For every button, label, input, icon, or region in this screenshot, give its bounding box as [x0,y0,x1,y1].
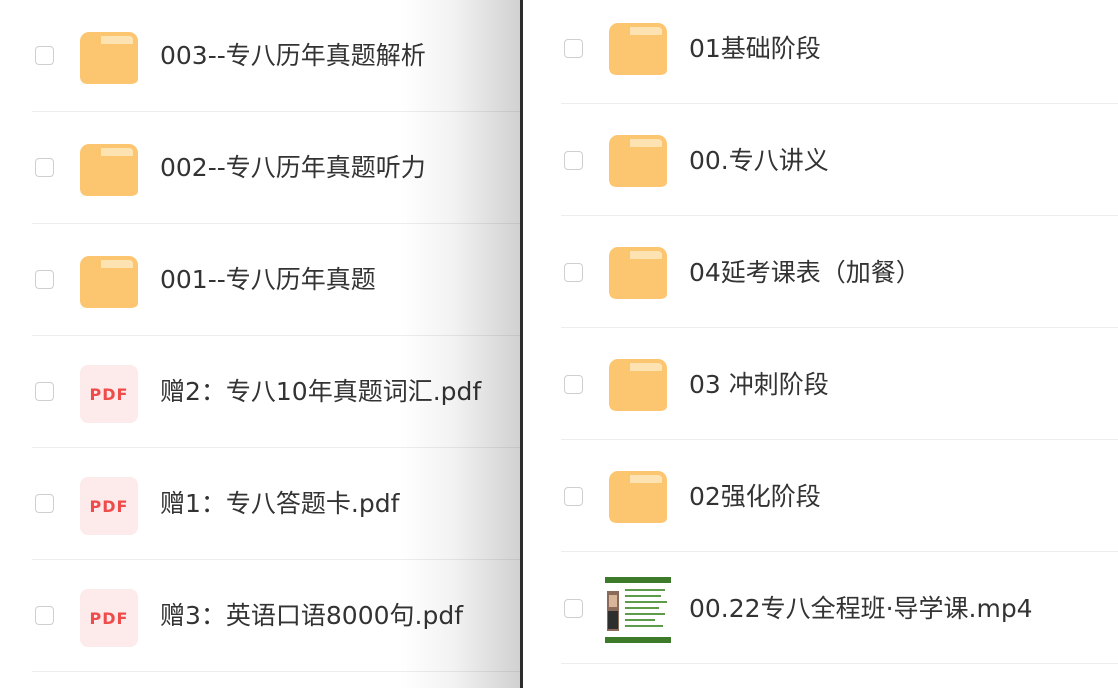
file-name[interactable]: 00.22专八全程班·导学课.mp4 [689,594,1033,624]
row-divider [561,663,1118,664]
row-checkbox[interactable] [35,158,54,177]
row-checkbox[interactable] [564,487,583,506]
pdf-label: PDF [89,608,129,628]
row-checkbox[interactable] [564,151,583,170]
pdf-file-icon: PDF [80,365,138,423]
folder-icon [609,20,667,78]
file-name[interactable]: 赠2：专八10年真题词汇.pdf [160,377,481,407]
file-name[interactable]: 003--专八历年真题解析 [160,41,426,71]
row-checkbox[interactable] [35,382,54,401]
file-row-left-4[interactable]: PDF 赠2：专八10年真题词汇.pdf [32,336,522,448]
file-row-right-2[interactable]: 00.专八讲义 [561,104,1118,216]
pdf-file-icon: PDF [80,477,138,535]
file-name[interactable]: 00.专八讲义 [689,146,829,176]
pdf-label: PDF [89,496,129,516]
row-checkbox[interactable] [564,263,583,282]
file-row-right-5[interactable]: 02强化阶段 [561,440,1118,552]
file-row-left-6[interactable]: PDF 赠3：英语口语8000句.pdf [32,560,522,672]
file-name[interactable]: 04延考课表（加餐） [689,258,921,288]
folder-icon [80,253,138,311]
folder-icon [609,468,667,526]
file-row-right-4[interactable]: 03 冲刺阶段 [561,328,1118,440]
pdf-file-icon: PDF [80,589,138,647]
file-name[interactable]: 赠3：英语口语8000句.pdf [160,601,463,631]
right-file-list: 01基础阶段 00.专八讲义 04延考课表（加餐） 03 冲刺阶段 02强化阶段 [523,0,1118,688]
file-name[interactable]: 001--专八历年真题 [160,265,376,295]
row-checkbox[interactable] [35,606,54,625]
file-name[interactable]: 01基础阶段 [689,34,821,64]
file-row-right-3[interactable]: 04延考课表（加餐） [561,216,1118,328]
folder-icon [609,356,667,414]
row-checkbox[interactable] [35,494,54,513]
file-row-right-1[interactable]: 01基础阶段 [561,0,1118,112]
row-checkbox[interactable] [35,270,54,289]
file-name[interactable]: 002--专八历年真题听力 [160,153,426,183]
file-name[interactable]: 02强化阶段 [689,482,821,512]
folder-icon [609,244,667,302]
row-checkbox[interactable] [35,46,54,65]
row-divider [32,671,522,672]
file-row-left-2[interactable]: 002--专八历年真题听力 [32,112,522,224]
file-name[interactable]: 03 冲刺阶段 [689,370,829,400]
pdf-label: PDF [89,384,129,404]
row-checkbox[interactable] [564,375,583,394]
left-file-list: 003--专八历年真题解析 002--专八历年真题听力 001--专八历年真题 … [0,0,522,688]
video-thumbnail-icon [605,577,671,643]
file-name[interactable]: 赠1：专八答题卡.pdf [160,489,399,519]
folder-icon [80,141,138,199]
folder-icon [80,29,138,87]
row-checkbox[interactable] [564,39,583,58]
row-checkbox[interactable] [564,599,583,618]
folder-icon [609,132,667,190]
file-row-left-5[interactable]: PDF 赠1：专八答题卡.pdf [32,448,522,560]
file-row-left-1[interactable]: 003--专八历年真题解析 [32,0,522,112]
file-row-left-3[interactable]: 001--专八历年真题 [32,224,522,336]
panel-divider [520,0,523,688]
file-row-right-6[interactable]: 00.22专八全程班·导学课.mp4 [561,552,1118,664]
